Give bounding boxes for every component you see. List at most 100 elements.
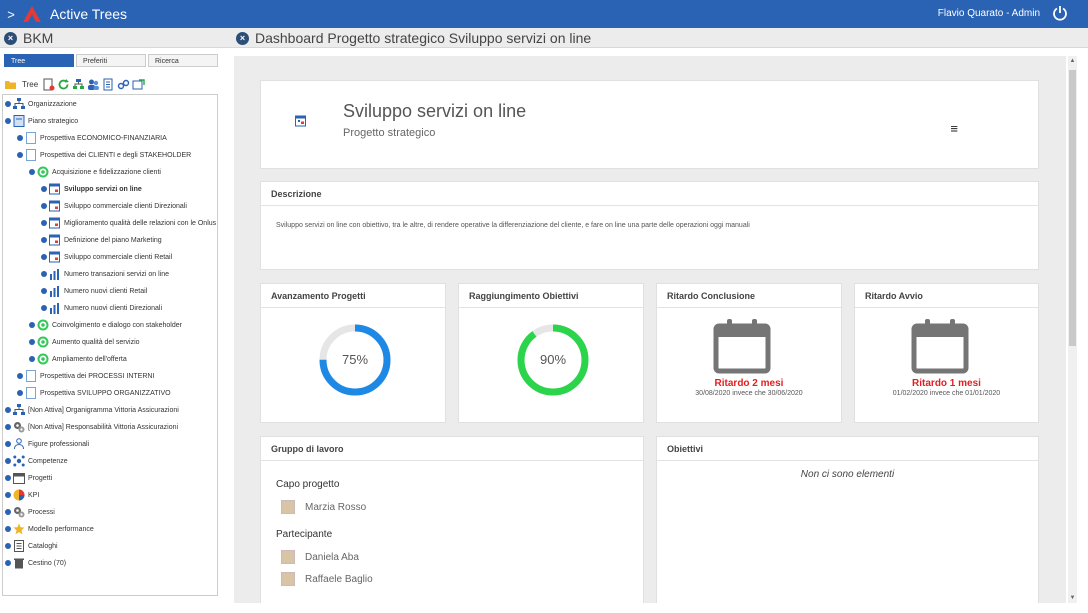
app-title: Active Trees — [50, 6, 128, 22]
delay-status: Ritardo 1 mesi — [912, 378, 981, 389]
report-icon[interactable] — [102, 78, 115, 91]
tree-node[interactable]: Sviluppo servizi on line — [41, 182, 142, 196]
app-header-bar: > Active Trees Flavio Quarato - Admin — [0, 0, 1088, 28]
tree-node-label: Ampliamento dell'offerta — [52, 355, 127, 363]
kpi-value: 90% — [539, 352, 567, 367]
tree-node[interactable]: Competenze — [5, 454, 68, 468]
scroll-down-icon[interactable]: ▼ — [1068, 595, 1077, 601]
team-card: Gruppo di lavoro Capo progetto Marzia Ro… — [260, 436, 644, 603]
tree-node[interactable]: Prospettiva dei CLIENTI e degli STAKEHOL… — [17, 148, 191, 162]
tree-node[interactable]: Sviluppo commerciale clienti Direzionali — [41, 199, 187, 213]
delay-title: Ritardo Conclusione — [657, 284, 841, 308]
tree-node[interactable]: Acquisizione e fidelizzazione clienti — [29, 165, 161, 179]
expand-node-icon[interactable] — [17, 390, 23, 396]
tree-node[interactable]: Numero nuovi clienti Direzionali — [41, 301, 162, 315]
tree-node[interactable]: Sviluppo commerciale clienti Retail — [41, 250, 172, 264]
tree-node[interactable]: Figure professionali — [5, 437, 89, 451]
dashboard-area: Sviluppo servizi on line Progetto strate… — [234, 56, 1066, 603]
expand-node-icon[interactable] — [5, 441, 11, 447]
folder-icon[interactable] — [4, 78, 17, 91]
export-icon[interactable] — [132, 78, 145, 91]
page-icon — [26, 370, 36, 382]
tree-node[interactable]: Numero nuovi clienti Retail — [41, 284, 147, 298]
expand-node-icon[interactable] — [5, 118, 11, 124]
expand-node-icon[interactable] — [29, 356, 35, 362]
tree-node-label: Sviluppo commerciale clienti Direzionali — [64, 202, 187, 210]
expand-node-icon[interactable] — [5, 509, 11, 515]
member-person[interactable]: Daniela Aba — [281, 550, 359, 564]
tree-node[interactable]: Miglioramento qualità delle relazioni co… — [41, 216, 216, 230]
power-icon[interactable] — [1052, 5, 1068, 21]
hierarchy-icon[interactable] — [72, 78, 85, 91]
tree-node-label: Numero nuovi clienti Direzionali — [64, 304, 163, 312]
scroll-up-icon[interactable]: ▲ — [1068, 58, 1077, 64]
project-icon — [295, 115, 306, 127]
menu-button[interactable]: ≡ — [950, 121, 958, 136]
tree-node[interactable]: [Non Attiva] Organigramma Vittoria Assic… — [5, 403, 179, 417]
expand-node-icon[interactable] — [41, 254, 47, 260]
link-icon[interactable] — [117, 78, 130, 91]
page-icon — [26, 149, 36, 161]
close-left-panel-icon[interactable]: × — [4, 31, 17, 45]
refresh-icon[interactable] — [57, 78, 70, 91]
tree-node[interactable]: Piano strategico — [5, 114, 78, 128]
expand-node-icon[interactable] — [5, 543, 11, 549]
main-scrollbar[interactable]: ▲ ▼ — [1068, 56, 1077, 603]
lead-person[interactable]: Marzia Rosso — [281, 500, 366, 514]
tree-node[interactable]: Progetti — [5, 471, 52, 485]
tree-node[interactable]: Prospettiva dei PROCESSI INTERNI — [17, 369, 154, 383]
expand-node-icon[interactable] — [17, 373, 23, 379]
tree-node[interactable]: Prospettiva SVILUPPO ORGANIZZATIVO — [17, 386, 171, 400]
org-icon — [13, 98, 25, 109]
expand-menu-icon[interactable]: > — [2, 7, 20, 22]
expand-node-icon[interactable] — [29, 322, 35, 328]
tree-node[interactable]: KPI — [5, 488, 39, 502]
tree-node[interactable]: Coinvolgimento e dialogo con stakeholder — [29, 318, 182, 332]
page-icon — [26, 387, 36, 399]
expand-node-icon[interactable] — [5, 560, 11, 566]
tree-node[interactable]: Ampliamento dell'offerta — [29, 352, 127, 366]
expand-node-icon[interactable] — [41, 305, 47, 311]
expand-node-icon[interactable] — [5, 492, 11, 498]
tree-node[interactable]: Prospettiva ECONOMICO-FINANZIARIA — [17, 131, 167, 145]
tab-preferiti[interactable]: Preferiti — [76, 54, 146, 67]
calendar-icon — [13, 473, 25, 484]
expand-node-icon[interactable] — [41, 186, 47, 192]
scroll-thumb[interactable] — [1069, 70, 1076, 346]
delay-title: Ritardo Avvio — [855, 284, 1038, 308]
tab-tree[interactable]: Tree — [4, 54, 74, 67]
expand-node-icon[interactable] — [29, 169, 35, 175]
expand-node-icon[interactable] — [5, 407, 11, 413]
users-icon[interactable] — [87, 78, 100, 91]
expand-node-icon[interactable] — [17, 152, 23, 158]
tree-node[interactable]: Definizione del piano Marketing — [41, 233, 162, 247]
tree-node[interactable]: [Non Attiva] Responsabilità Vittoria Ass… — [5, 420, 178, 434]
expand-node-icon[interactable] — [17, 135, 23, 141]
expand-node-icon[interactable] — [41, 237, 47, 243]
delay-card-avvio: Ritardo Avvio Ritardo 1 mesi 01/02/2020 … — [854, 283, 1039, 423]
expand-node-icon[interactable] — [41, 288, 47, 294]
expand-node-icon[interactable] — [41, 271, 47, 277]
lead-label: Capo progetto — [276, 479, 340, 490]
expand-node-icon[interactable] — [29, 339, 35, 345]
tree-node[interactable]: Cataloghi — [5, 539, 58, 553]
tree-node[interactable]: Cestino (70) — [5, 556, 66, 570]
tab-ricerca[interactable]: Ricerca — [148, 54, 218, 67]
tree-node[interactable]: Organizzazione — [5, 97, 77, 111]
expand-node-icon[interactable] — [5, 101, 11, 107]
expand-node-icon[interactable] — [41, 220, 47, 226]
tree-node[interactable]: Numero transazioni servizi on line — [41, 267, 169, 281]
close-dashboard-icon[interactable]: × — [236, 31, 249, 45]
tree-node[interactable]: Aumento qualità del servizio — [29, 335, 140, 349]
expand-node-icon[interactable] — [5, 526, 11, 532]
expand-node-icon[interactable] — [5, 475, 11, 481]
expand-node-icon[interactable] — [5, 424, 11, 430]
user-name[interactable]: Flavio Quarato - Admin — [938, 8, 1040, 19]
tree-node[interactable]: Modello performance — [5, 522, 94, 536]
member-person[interactable]: Raffaele Baglio — [281, 572, 373, 586]
avatar — [281, 500, 295, 514]
expand-node-icon[interactable] — [41, 203, 47, 209]
expand-node-icon[interactable] — [5, 458, 11, 464]
new-document-icon[interactable] — [42, 78, 55, 91]
tree-node[interactable]: Processi — [5, 505, 55, 519]
